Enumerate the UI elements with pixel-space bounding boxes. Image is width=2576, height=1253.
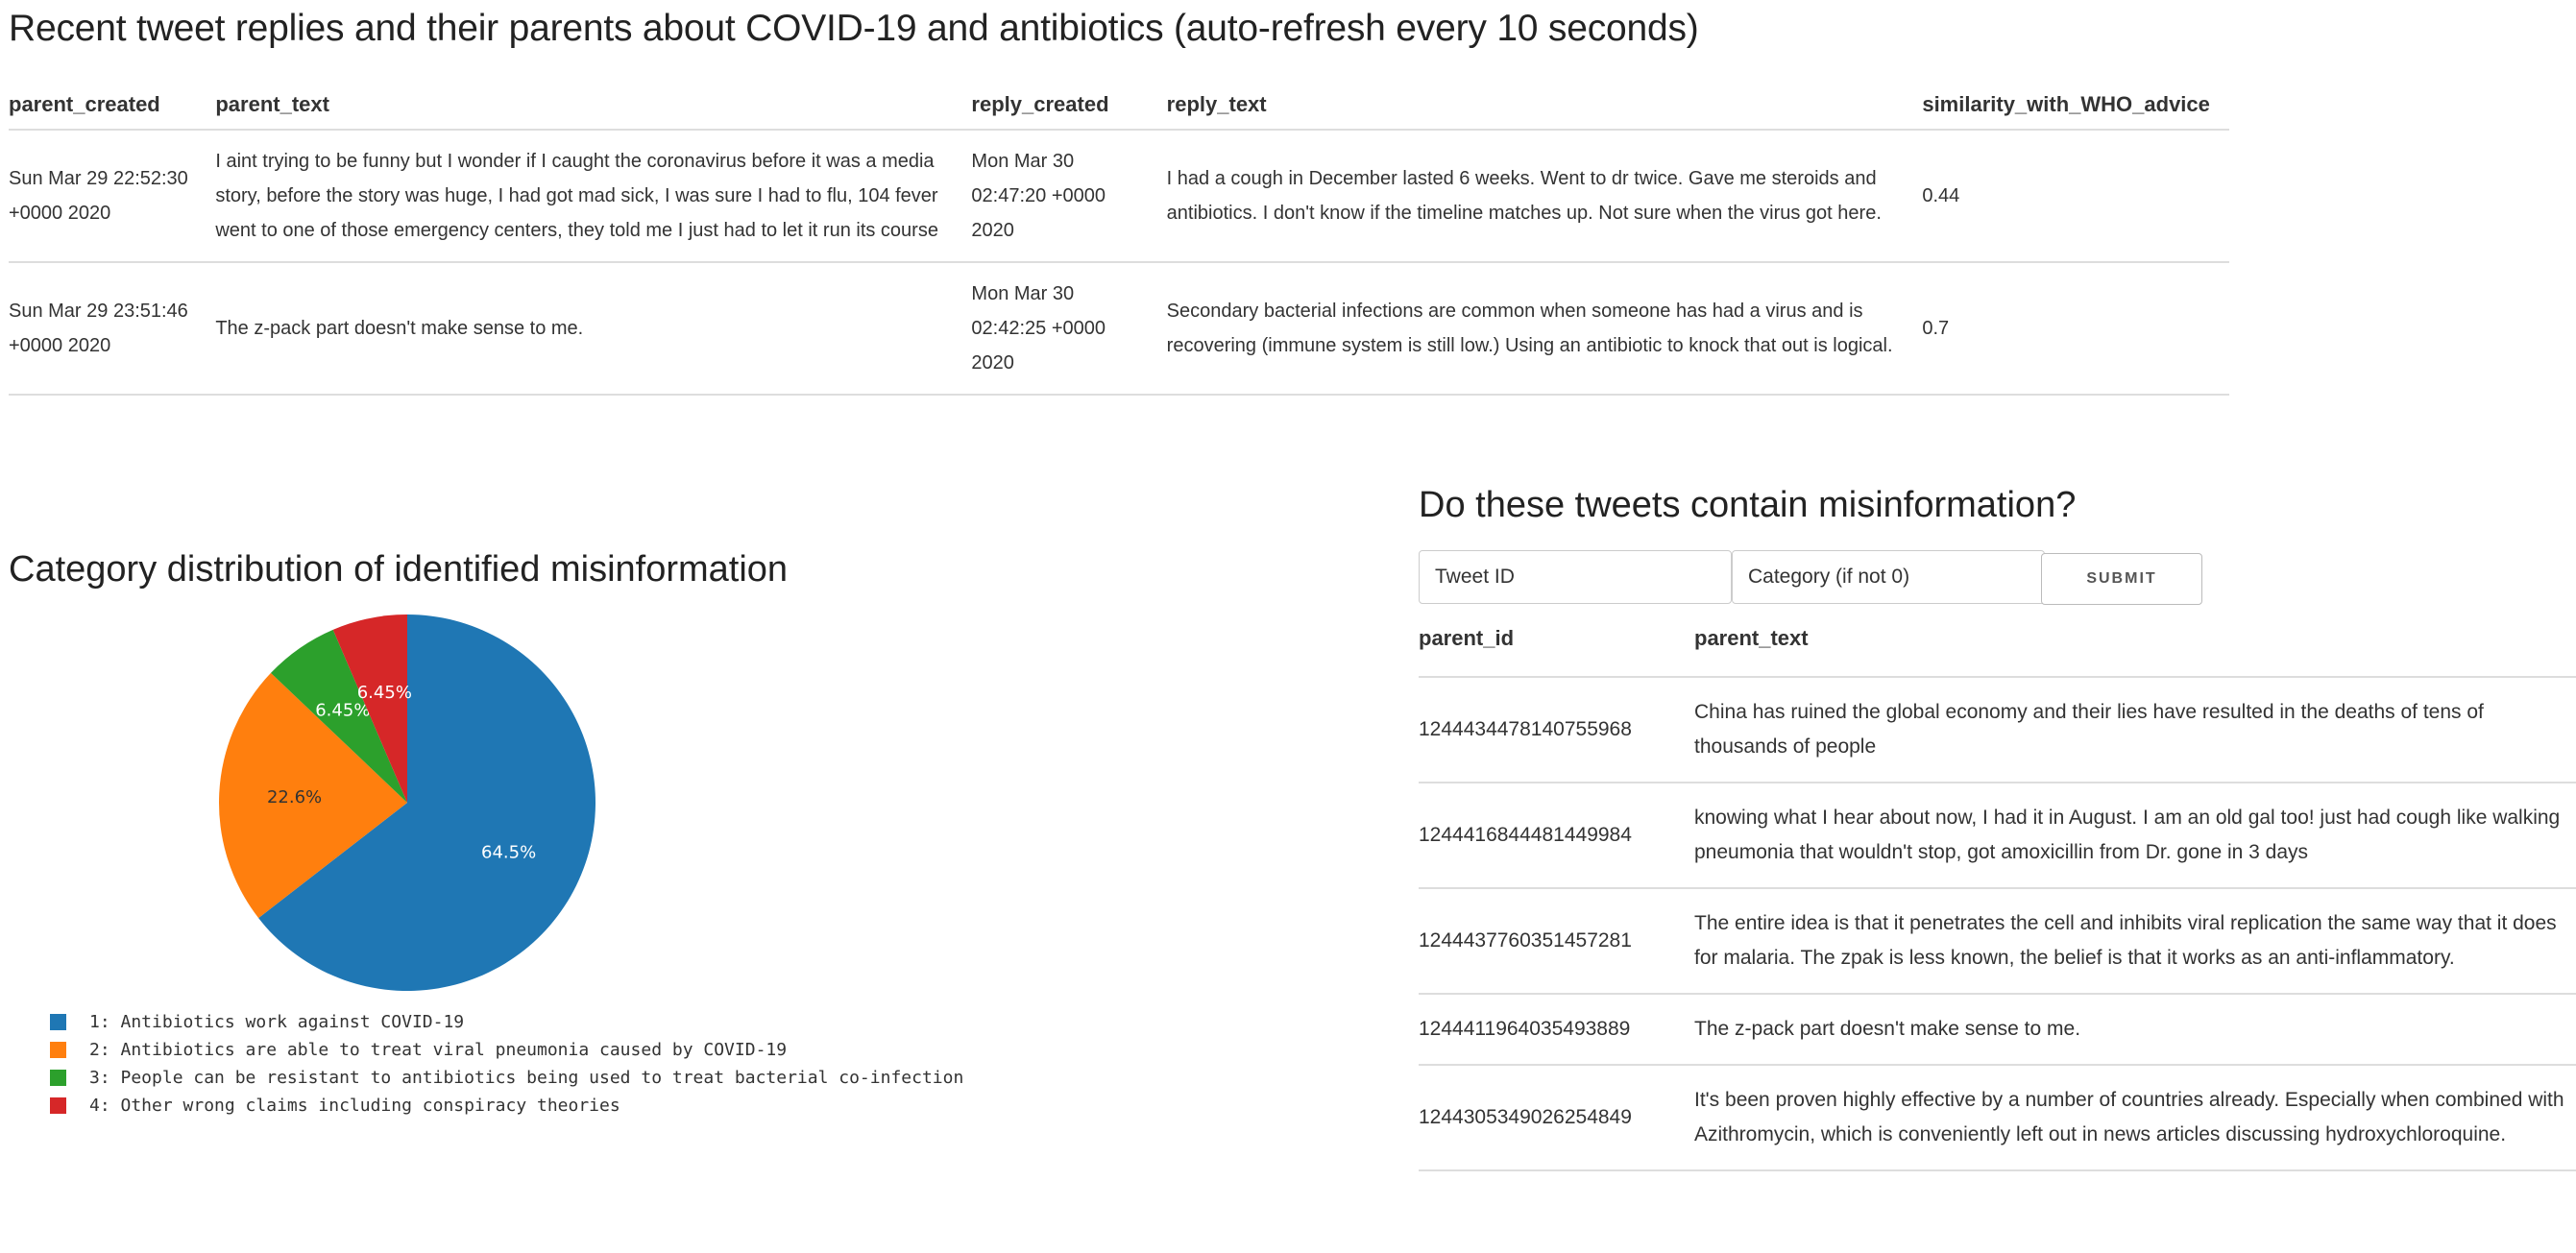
pie-slice-label: 6.45%	[357, 683, 412, 703]
parent-text-cell: The entire idea is that it penetrates th…	[1694, 888, 2576, 995]
parent-id-cell: 1244434478140755968	[1419, 677, 1694, 783]
legend-label: 1: Antibiotics work against COVID-19	[89, 1012, 465, 1032]
parent-text-cell: It's been proven highly effective by a n…	[1694, 1065, 2576, 1171]
legend-swatch	[50, 1097, 66, 1114]
misinformation-heading: Do these tweets contain misinformation?	[1419, 485, 2077, 525]
parent-id-cell: 1244437760351457281	[1419, 888, 1694, 995]
pie-chart: 64.5% 22.6% 6.45%6.45%	[218, 614, 595, 991]
chart-legend: 1: Antibiotics work against COVID-19 2: …	[50, 1008, 963, 1120]
reply-created-cell: Mon Mar 30 02:42:25 +0000 2020	[971, 262, 1167, 396]
parent-created-cell: Sun Mar 29 23:51:46 +0000 2020	[9, 262, 216, 396]
table-row: 1244411964035493889 The z-pack part does…	[1419, 994, 2576, 1066]
tweet-id-input[interactable]	[1419, 550, 1732, 604]
parent-id-cell: 1244416844481449984	[1419, 783, 1694, 889]
legend-label: 3: People can be resistant to antibiotic…	[89, 1068, 964, 1088]
legend-swatch	[50, 1014, 66, 1030]
column-header-similarity: similarity_with_WHO_advice	[1922, 92, 2229, 131]
category-input[interactable]	[1732, 550, 2045, 604]
chart-title: Category distribution of identified misi…	[9, 549, 789, 590]
reply-text-cell: I had a cough in December lasted 6 weeks…	[1166, 130, 1923, 263]
legend-swatch	[50, 1070, 66, 1086]
legend-swatch	[50, 1042, 66, 1058]
reply-created-cell: Mon Mar 30 02:47:20 +0000 2020	[971, 130, 1167, 263]
replies-table-header: parent_created parent_text reply_created…	[9, 92, 2229, 131]
parent-text-cell: The z-pack part doesn't make sense to me…	[1694, 994, 2576, 1066]
table-row: 1244434478140755968 China has ruined the…	[1419, 677, 2576, 783]
parent-created-cell: Sun Mar 29 22:52:30 +0000 2020	[9, 130, 216, 263]
column-header-reply-created: reply_created	[971, 92, 1167, 131]
misinformation-table-header: parent_id parent_text	[1419, 626, 2576, 678]
pie-slice-label: 64.5%	[481, 843, 536, 863]
replies-table: parent_created parent_text reply_created…	[9, 92, 2229, 396]
table-row: Sun Mar 29 22:52:30 +0000 2020 I aint tr…	[9, 130, 2229, 263]
similarity-cell: 0.44	[1922, 130, 2229, 263]
column-header-reply-text: reply_text	[1166, 92, 1923, 131]
table-row: 1244437760351457281 The entire idea is t…	[1419, 888, 2576, 995]
parent-text-cell: The z-pack part doesn't make sense to me…	[215, 262, 972, 396]
column-header-parent-text: parent_text	[1694, 626, 2576, 678]
legend-item: 3: People can be resistant to antibiotic…	[50, 1064, 963, 1092]
column-header-parent-created: parent_created	[9, 92, 216, 131]
parent-id-cell: 1244411964035493889	[1419, 994, 1694, 1066]
parent-id-cell: 1244305349026254849	[1419, 1065, 1694, 1171]
pie-slice-label: 6.45%	[315, 700, 370, 720]
legend-item: 2: Antibiotics are able to treat viral p…	[50, 1036, 963, 1064]
table-row: 1244305349026254849 It's been proven hig…	[1419, 1065, 2576, 1171]
similarity-cell: 0.7	[1922, 262, 2229, 396]
parent-text-cell: knowing what I hear about now, I had it …	[1694, 783, 2576, 889]
submit-button[interactable]: SUBMIT	[2041, 553, 2202, 605]
legend-label: 4: Other wrong claims including conspira…	[89, 1096, 620, 1116]
pie-slice-label: 22.6%	[267, 787, 322, 807]
parent-text-cell: China has ruined the global economy and …	[1694, 677, 2576, 783]
misinformation-table: parent_id parent_text 124443447814075596…	[1419, 626, 2576, 1171]
table-row: Sun Mar 29 23:51:46 +0000 2020 The z-pac…	[9, 262, 2229, 396]
legend-item: 1: Antibiotics work against COVID-19	[50, 1008, 963, 1036]
column-header-parent-id: parent_id	[1419, 626, 1694, 678]
reply-text-cell: Secondary bacterial infections are commo…	[1166, 262, 1923, 396]
column-header-parent-text: parent_text	[215, 92, 972, 131]
page-title: Recent tweet replies and their parents a…	[9, 8, 1699, 49]
parent-text-cell: I aint trying to be funny but I wonder i…	[215, 130, 972, 263]
legend-label: 2: Antibiotics are able to treat viral p…	[89, 1040, 788, 1060]
legend-item: 4: Other wrong claims including conspira…	[50, 1092, 963, 1120]
table-row: 1244416844481449984 knowing what I hear …	[1419, 783, 2576, 889]
